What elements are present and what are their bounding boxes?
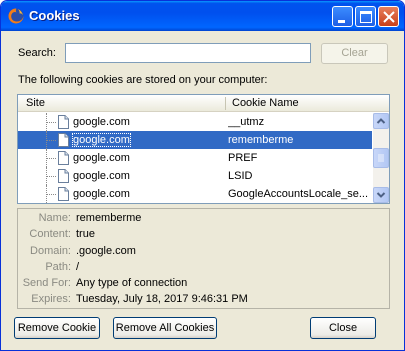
content-value: true (76, 228, 95, 240)
cell-site: google.com (73, 170, 130, 182)
document-icon (58, 115, 69, 129)
tree-line (46, 176, 56, 177)
search-label: Search: (18, 47, 56, 59)
table-row[interactable]: google.com LSID (18, 167, 372, 185)
title-bar[interactable]: Cookies (1, 1, 404, 31)
cell-site: google.com (73, 188, 130, 200)
minimize-icon (338, 20, 345, 23)
cookies-dialog: Cookies Search: Clear The following cook… (0, 0, 405, 351)
table-row[interactable]: google.com PREF (18, 149, 372, 167)
content-label: Content: (29, 228, 71, 240)
scroll-down-button[interactable] (373, 187, 389, 203)
cell-site: google.com (72, 133, 131, 147)
maximize-button[interactable] (355, 6, 376, 27)
domain-label: Domain: (30, 245, 71, 257)
remove-all-cookies-button[interactable]: Remove All Cookies (113, 317, 217, 339)
close-window-button[interactable] (378, 6, 399, 27)
chevron-down-icon (376, 192, 386, 198)
cell-cookie-name: LSID (228, 170, 253, 182)
document-icon (58, 187, 69, 201)
minimize-button[interactable] (332, 6, 353, 27)
remove-cookie-button[interactable]: Remove Cookie (14, 317, 100, 339)
list-header: Site Cookie Name (18, 95, 389, 112)
vertical-scrollbar[interactable] (373, 113, 389, 203)
column-separator[interactable] (225, 97, 226, 110)
column-header-cookie-name[interactable]: Cookie Name (232, 97, 299, 109)
cookie-details-panel: Name: rememberme Content: true Domain: .… (17, 208, 390, 309)
table-row[interactable]: google.com __utmz (18, 113, 372, 131)
cookie-rows: google.com __utmz google.com rememberme … (18, 113, 372, 203)
expires-value: Tuesday, July 18, 2017 9:46:31 PM (76, 293, 248, 305)
path-label: Path: (45, 261, 71, 273)
window-title: Cookies (29, 8, 80, 23)
grip-icon (378, 154, 384, 162)
scroll-thumb[interactable] (373, 148, 389, 168)
cell-cookie-name: PREF (228, 152, 258, 164)
send-for-label: Send For: (22, 277, 71, 289)
table-row-selected[interactable]: google.com rememberme (18, 131, 372, 149)
document-icon (58, 151, 69, 165)
cell-site: google.com (73, 152, 130, 164)
clear-button[interactable]: Clear (321, 43, 388, 64)
column-header-site[interactable]: Site (26, 97, 45, 109)
maximize-icon (360, 11, 372, 23)
cell-cookie-name: __utmz (228, 116, 265, 128)
tree-line (46, 122, 56, 123)
info-text: The following cookies are stored on your… (18, 74, 268, 86)
tree-line (46, 194, 56, 195)
scroll-up-button[interactable] (373, 113, 389, 129)
domain-value: .google.com (76, 245, 136, 257)
expires-label: Expires: (31, 293, 71, 305)
document-icon (58, 133, 69, 147)
firefox-icon (8, 8, 24, 24)
tree-line (46, 158, 56, 159)
search-input[interactable] (65, 43, 311, 63)
table-row[interactable]: google.com GoogleAccountsLocale_se... (18, 185, 372, 203)
close-icon (383, 11, 395, 23)
chevron-up-icon (376, 118, 386, 124)
send-for-value: Any type of connection (76, 277, 188, 289)
name-label: Name: (38, 212, 71, 224)
document-icon (58, 169, 69, 183)
tree-line (46, 140, 56, 141)
path-value: / (76, 261, 80, 273)
cell-site: google.com (73, 116, 130, 128)
name-value: rememberme (76, 212, 142, 224)
cell-cookie-name: rememberme (228, 134, 294, 146)
cell-cookie-name: GoogleAccountsLocale_se... (228, 188, 368, 200)
cookie-list[interactable]: Site Cookie Name google.com __utmz googl… (17, 94, 390, 204)
close-button[interactable]: Close (310, 317, 376, 339)
